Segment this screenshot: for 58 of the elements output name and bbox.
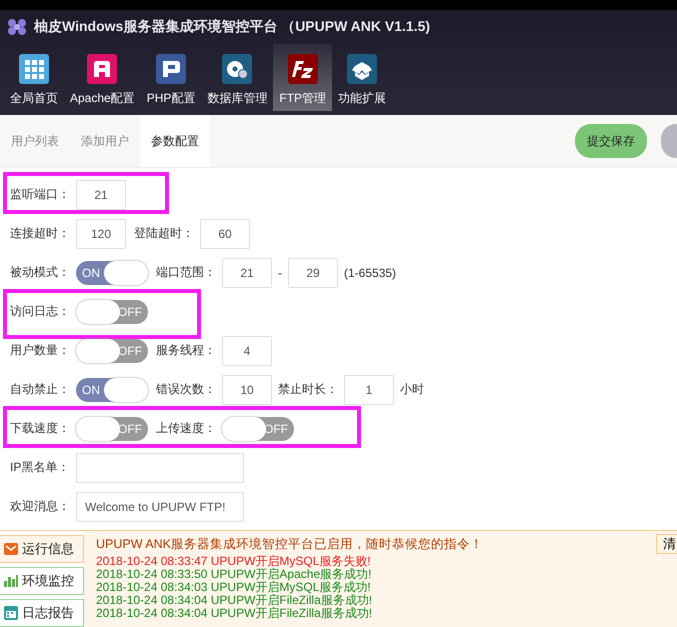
toolbar-item[interactable]: PHP配置 — [140, 44, 202, 111]
toolbar-item[interactable]: 功能扩展 — [332, 44, 392, 111]
ftp-logo-icon — [288, 54, 318, 84]
field-label: IP黑名单： — [10, 459, 70, 476]
toolbar-item[interactable]: 全局首页 — [4, 44, 64, 111]
side-tab[interactable]: 环境监控 — [0, 567, 84, 595]
field-label: 自动禁止： — [10, 381, 70, 398]
field-text: 禁止时长： — [278, 381, 338, 398]
input-field[interactable]: 21 — [76, 180, 126, 210]
field-label: 端口范围： — [156, 264, 216, 281]
side-tab[interactable]: 运行信息 — [0, 535, 84, 563]
input-field[interactable]: 60 — [200, 218, 250, 248]
field-label: 上传速度： — [156, 420, 216, 437]
field-label: 服务线程： — [156, 342, 216, 359]
tab[interactable]: 参数配置 — [140, 115, 210, 167]
letter-block-icon — [87, 54, 118, 84]
box-icon — [347, 54, 378, 84]
field-label: 连接超时： — [10, 225, 70, 242]
toolbar-item[interactable]: Apache配置 — [64, 44, 141, 111]
field-label: 错误次数： — [156, 381, 216, 398]
toolbar-item[interactable]: FTP管理 — [273, 44, 332, 111]
input-field[interactable] — [76, 452, 244, 482]
field-label: 用户数量： — [10, 342, 70, 359]
log-entry: 2018-10-24 08:34:03 UPUPW开启MySQL服务成功! — [96, 581, 372, 594]
save-button[interactable]: 提交保存 — [575, 124, 647, 158]
grid-icon — [19, 54, 49, 84]
toggle-switch[interactable]: ON — [76, 260, 148, 284]
toggle-switch[interactable]: ON — [76, 378, 148, 402]
input-field[interactable]: 1 — [344, 374, 394, 404]
field-label: 访问日志： — [10, 303, 70, 320]
input-field[interactable]: 120 — [76, 218, 126, 248]
log-entry: 2018-10-24 08:33:50 UPUPW开启Apache服务成功! — [96, 568, 372, 581]
field-label: 登陆超时： — [134, 225, 194, 242]
log-entry: 2018-10-24 08:33:47 UPUPW开启MySQL服务失败! — [96, 555, 372, 568]
calendar-icon — [4, 606, 18, 620]
side-tab[interactable]: 日志报告 — [0, 599, 84, 627]
input-field[interactable]: Welcome to UPUPW FTP! — [76, 492, 244, 522]
field-label: 欢迎消息： — [10, 498, 70, 515]
input-field[interactable]: 29 — [288, 258, 338, 288]
window-title: 柚皮Windows服务器集成环境智控平台 （UPUPW ANK V1.1.5) — [34, 18, 430, 36]
log-entry: 2018-10-24 08:34:04 UPUPW开启FileZilla服务成功! — [96, 594, 374, 607]
mail-icon — [4, 543, 18, 555]
input-field[interactable]: 10 — [222, 374, 272, 404]
clear-button[interactable]: 清 — [656, 534, 677, 554]
field-text: - — [278, 266, 282, 280]
field-label: 被动模式： — [10, 264, 70, 281]
log-entry: 2018-10-24 08:34:04 UPUPW开启FileZilla服务成功! — [96, 607, 374, 620]
letter-block-icon — [156, 54, 186, 84]
logo-icon — [6, 17, 28, 37]
field-text: (1-65535) — [344, 266, 396, 280]
field-text: 小时 — [400, 381, 424, 398]
input-field[interactable]: 21 — [222, 258, 272, 288]
toolbar-item[interactable]: 数据库管理 — [201, 44, 274, 111]
bar-chart-icon — [4, 575, 18, 587]
field-label: 监听端口： — [10, 186, 70, 203]
status-message: UPUPW ANK服务器集成环境智控平台已启用，随时恭候您的指令！ — [96, 536, 484, 552]
field-label: 下载速度： — [10, 420, 70, 437]
input-field[interactable]: 4 — [222, 336, 272, 366]
